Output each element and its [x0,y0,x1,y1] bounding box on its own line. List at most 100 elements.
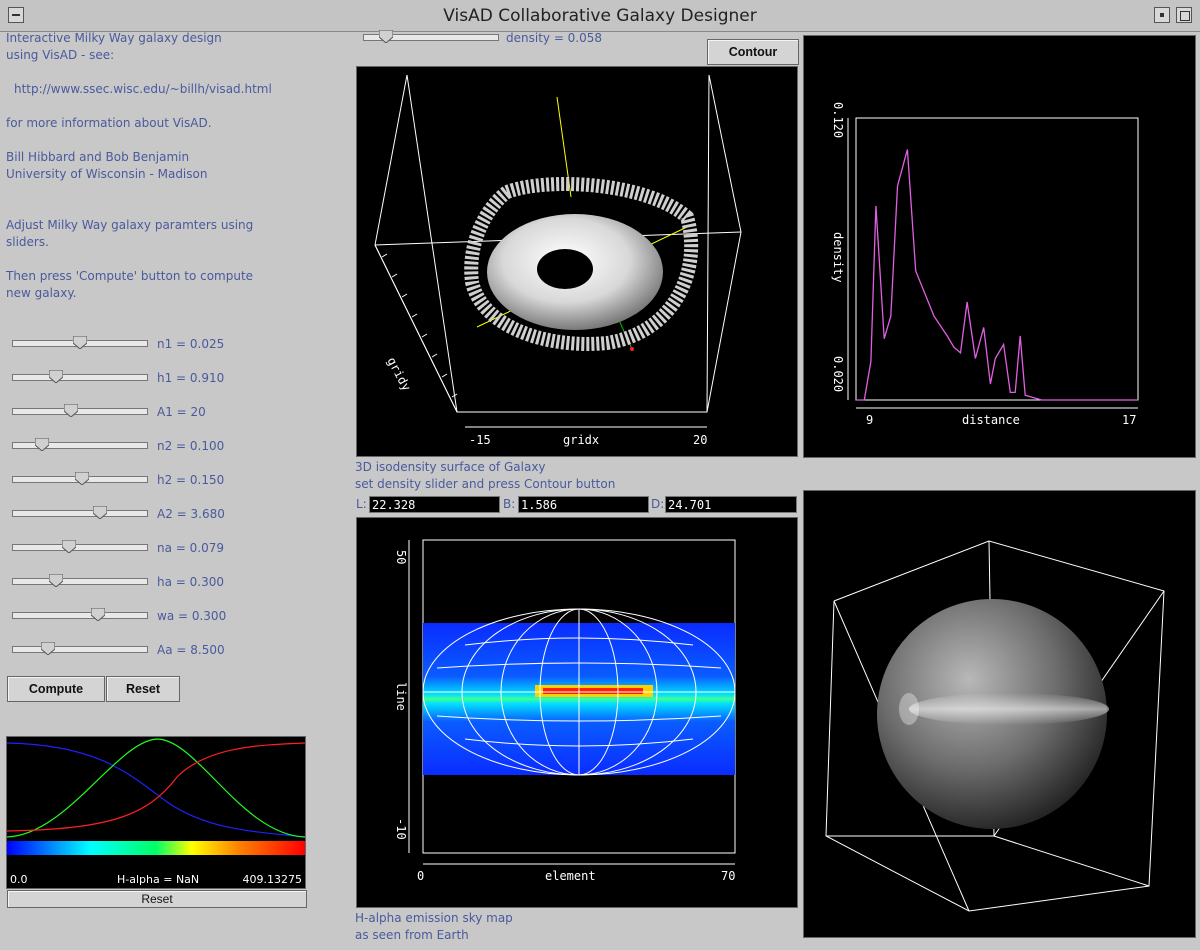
h1-slider[interactable] [12,370,148,384]
adjust-line-1: Adjust Milky Way galaxy paramters using [6,218,254,232]
l-field[interactable]: 22.328 [369,496,500,513]
na-label: na = 0.079 [157,541,224,555]
colormap-readout: H-alpha = NaN [117,873,200,886]
n2-label: n2 = 0.100 [157,439,225,453]
skymap-caption-2: as seen from Earth [355,928,469,942]
x-tick-min: 0 [417,869,424,883]
a2-label: A2 = 3.680 [157,507,225,521]
gridx-label: gridx [563,433,599,447]
n2-slider[interactable] [12,438,148,452]
skymap-caption-1: H-alpha emission sky map [355,911,513,925]
info-line-1: Interactive Milky Way galaxy design [6,31,222,45]
y-tick-min: 0.020 [831,356,845,392]
instruction-line-1: Then press 'Compute' button to compute [6,269,254,283]
slider-thumb[interactable] [73,336,87,349]
sphere-scene[interactable] [804,491,1195,937]
density-slider[interactable] [363,30,499,44]
slider-thumb[interactable] [48,370,63,383]
y-axis-label: density [831,232,845,283]
d-field[interactable]: 24.701 [665,496,797,513]
y-tick-min: -10 [394,818,408,840]
colormap-max: 409.13275 [242,873,303,886]
torus-hole [537,249,593,289]
h2-slider[interactable] [12,472,148,486]
ha-label: ha = 0.300 [157,575,224,589]
gridx-tick-min: -15 [469,433,491,447]
compute-button[interactable]: Compute [7,676,105,702]
iso-caption-1: 3D isodensity surface of Galaxy [355,460,546,474]
maximize-button[interactable] [1176,7,1192,23]
d-label: D: [651,497,665,511]
skymap-plot[interactable]: 0 70 element 50 -10 line [357,518,797,907]
plot-frame [855,117,1139,401]
x-tick-max: 70 [721,869,735,883]
info-line-3: for more information about VisAD. [6,116,212,130]
y-tick-max: 50 [394,550,408,564]
l-label: L: [356,497,367,511]
slider-thumb[interactable] [75,472,90,485]
x-axis-label: distance [962,413,1020,427]
title-bar: VisAD Collaborative Galaxy Designer [0,0,1200,32]
x-tick-min: 9 [866,413,873,427]
info-url: http://www.ssec.wisc.edu/~billh/visad.ht… [14,82,272,96]
author-line-2: University of Wisconsin - Madison [6,167,208,181]
density-series-line [856,149,1138,401]
h2-label: h2 = 0.150 [157,473,225,487]
adjust-line-2: sliders. [6,235,49,249]
wa-label: wa = 0.300 [157,609,227,623]
slider-thumb[interactable] [91,608,106,621]
density-profile-chart[interactable]: 9 17 distance 0.120 0.020 density [803,35,1196,458]
gridy-label: gridy [384,355,413,393]
iso-caption-2: set density slider and press Contour but… [355,477,616,491]
n1-slider[interactable] [12,336,148,350]
density-label: density = 0.058 [506,31,603,45]
aa-slider[interactable] [12,642,148,656]
skymap-view[interactable]: 0 70 element 50 -10 line [356,517,798,908]
slider-thumb[interactable] [41,642,56,655]
n1-label: n1 = 0.025 [157,337,225,351]
info-line-2: using VisAD - see: [6,48,115,62]
minimize-button[interactable] [1154,7,1170,23]
slider-thumb[interactable] [64,404,79,417]
na-slider[interactable] [12,540,148,554]
a2-slider[interactable] [12,506,148,520]
colormap-widget[interactable]: 0.0 H-alpha = NaN 409.13275 [6,736,306,889]
a1-label: A1 = 20 [157,405,206,419]
milky-way-band [909,693,1109,725]
y-tick-max: 0.120 [831,102,845,138]
slider-thumb[interactable] [92,506,107,519]
isodensity-3d-view[interactable]: -15 20 gridx gridy [356,66,798,457]
green-curve [6,738,306,838]
a1-slider[interactable] [12,404,148,418]
slider-thumb[interactable] [378,30,393,43]
sphere-3d-view[interactable] [803,490,1196,938]
band-edge [899,693,919,725]
b-label: B: [503,497,516,511]
profile-svg[interactable]: 9 17 distance 0.120 0.020 density [804,36,1195,457]
x-axis-label: element [545,869,596,883]
slider-thumb[interactable] [35,438,50,451]
contour-button[interactable]: Contour [707,39,799,65]
b-field[interactable]: 1.586 [518,496,649,513]
h1-label: h1 = 0.910 [157,371,225,385]
instruction-line-2: new galaxy. [6,286,77,300]
gridx-tick-max: 20 [693,433,707,447]
window-title: VisAD Collaborative Galaxy Designer [443,6,757,26]
wa-slider[interactable] [12,608,148,622]
y-axis-label: line [394,682,408,711]
blue-curve [6,742,306,838]
colormap-spectrum [7,841,305,855]
colormap-reset-button[interactable]: Reset [7,890,307,908]
x-tick-max: 17 [1122,413,1136,427]
slider-thumb[interactable] [62,540,77,553]
aa-label: Aa = 8.500 [157,643,225,657]
red-curve [6,742,306,832]
colormap-min: 0.0 [10,873,28,886]
isodensity-scene[interactable]: -15 20 gridx gridy [357,67,797,456]
reset-button[interactable]: Reset [106,676,180,702]
colormap-curves[interactable] [6,737,306,888]
ha-slider[interactable] [12,574,148,588]
emission-core [543,688,643,694]
slider-thumb[interactable] [48,574,63,587]
marker [630,347,634,351]
